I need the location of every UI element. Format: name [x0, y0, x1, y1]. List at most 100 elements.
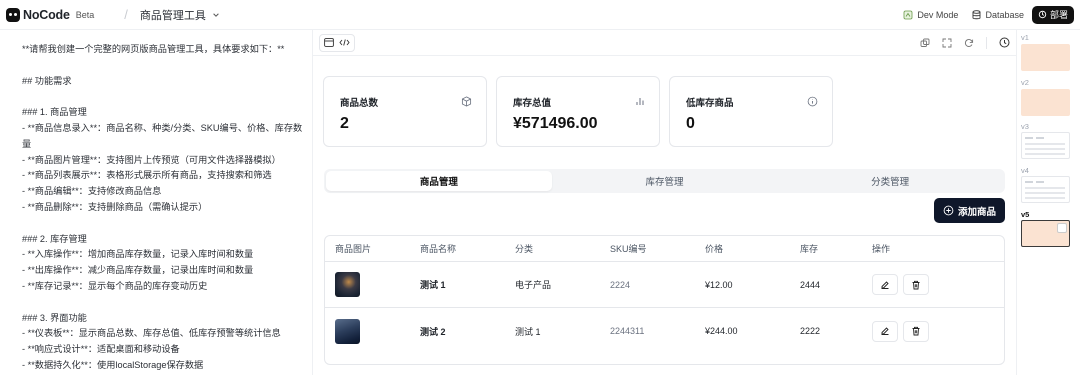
project-name: 商品管理工具 [139, 9, 206, 22]
stat-label: 低库存商品 [686, 98, 734, 109]
chat-line: ### 1. 商品管理 [22, 107, 87, 118]
chat-line: ### 3. 界面功能 [22, 312, 87, 323]
product-price: ¥244.00 [705, 326, 738, 336]
deploy-button[interactable]: 部署 [1031, 5, 1074, 24]
chat-line [22, 89, 312, 105]
chat-line: - **商品编辑**：支持修改商品信息 [22, 186, 162, 197]
column-header-actions: 操作 [872, 244, 891, 254]
dev-mode-button[interactable]: Dev Mode [903, 10, 958, 20]
product-name: 测试 2 [420, 326, 446, 337]
chat-line [22, 216, 312, 232]
info-icon [807, 96, 818, 107]
app-name: NoCode [23, 7, 70, 22]
column-header-sku: SKU编号 [610, 244, 647, 254]
product-image-cell [325, 318, 420, 344]
nocode-logo-icon [6, 7, 20, 22]
version-thumbnail-v3[interactable] [1021, 132, 1070, 159]
chat-line: - **数据持久化**：使用localStorage保存数据 [22, 359, 204, 370]
product-image-cell [325, 272, 420, 297]
add-product-button[interactable]: 添加商品 [934, 198, 1005, 223]
stat-value: 2 [340, 115, 349, 132]
tab-bar: 商品管理 库存管理 分类管理 [324, 169, 1005, 193]
delete-button[interactable] [903, 320, 929, 342]
logo[interactable]: NoCode Beta [6, 7, 94, 22]
product-thumbnail[interactable] [335, 318, 360, 344]
fullscreen-icon[interactable] [942, 38, 952, 48]
version-label: v2 [1021, 78, 1029, 87]
top-bar: NoCode Beta / 商品管理工具 Dev Mode Database 部… [0, 0, 1080, 30]
version-thumbnail-v2[interactable] [1021, 89, 1070, 116]
edit-button[interactable] [872, 274, 898, 295]
chat-line: - **库存记录**：显示每个商品的库存变动历史 [22, 280, 208, 291]
dev-mode-icon [904, 10, 913, 19]
breadcrumb-separator: / [124, 7, 128, 22]
history-icon[interactable] [999, 37, 1010, 48]
products-table: 商品图片 商品名称 分类 SKU编号 价格 库存 操作 测试 1 电子产品 22… [324, 235, 1005, 365]
toolbar-separator [986, 36, 987, 49]
version-label: v1 [1021, 33, 1029, 42]
version-label: v3 [1021, 122, 1029, 131]
row-actions [872, 274, 1002, 295]
dev-mode-label: Dev Mode [917, 9, 959, 20]
column-header-name: 商品名称 [420, 244, 457, 254]
code-mode-icon[interactable] [339, 38, 350, 47]
table-row: 测试 1 电子产品 2224 ¥12.00 2444 [325, 262, 1004, 308]
stat-value: 0 [686, 115, 695, 132]
trash-icon [912, 280, 920, 289]
version-thumbnail-v4[interactable] [1021, 176, 1070, 203]
app-preview: 商品总数 2 库存总值 ¥571496.00 低库存商品 0 商品管理 库存管理… [313, 56, 1016, 375]
stat-label: 商品总数 [340, 98, 379, 109]
chat-panel: **请帮我创建一个完整的网页版商品管理工具，具体要求如下：** ## 功能需求 … [0, 30, 312, 375]
database-button[interactable]: Database [972, 10, 1024, 20]
restore-icon[interactable] [1057, 223, 1067, 233]
add-product-label: 添加商品 [957, 206, 996, 218]
table-row: 测试 2 测试 1 2244311 ¥244.00 2222 [325, 308, 1004, 354]
box-icon [461, 96, 472, 107]
product-sku: 2224 [610, 279, 631, 290]
product-category: 测试 1 [515, 326, 541, 337]
column-header-image: 商品图片 [335, 244, 372, 254]
deploy-icon [1038, 10, 1047, 19]
plus-circle-icon [943, 205, 954, 216]
version-thumbnail-v1[interactable] [1021, 44, 1070, 71]
stat-label: 库存总值 [513, 98, 552, 109]
chat-line: - **商品删除**：支持删除商品（需确认提示） [22, 201, 208, 212]
stat-card-low-stock: 低库存商品 0 [669, 76, 833, 147]
product-price: ¥12.00 [705, 279, 733, 290]
version-thumbnail-v5[interactable] [1021, 220, 1070, 247]
bar-chart-icon [636, 98, 644, 105]
database-icon [973, 9, 981, 19]
chat-line: 量 [22, 138, 32, 149]
chat-line: - **仪表板**：显示商品总数、库存总值、低库存预警等统计信息 [22, 328, 281, 339]
product-stock: 2222 [800, 326, 821, 336]
product-name: 测试 1 [420, 280, 446, 290]
edit-button[interactable] [872, 320, 898, 342]
chat-line: ## 功能需求 [22, 75, 72, 86]
copy-icon[interactable] [920, 38, 930, 48]
product-category: 电子产品 [515, 280, 552, 290]
product-stock: 2444 [800, 279, 821, 290]
chat-line: - **商品图片管理**：支持图片上传预览（可用文件选择器模拟） [22, 154, 281, 165]
version-label: v4 [1021, 166, 1029, 175]
chat-line: - **响应式设计**：适配桌面和移动设备 [22, 344, 180, 355]
project-selector[interactable]: 商品管理工具 [140, 7, 220, 23]
chevron-down-icon [213, 12, 219, 17]
preview-mode-icon[interactable] [324, 38, 334, 47]
view-toggle [319, 33, 355, 52]
refresh-icon[interactable] [964, 38, 974, 48]
delete-button[interactable] [903, 274, 929, 295]
preview-toolbar [313, 30, 1016, 56]
product-sku: 2244311 [610, 326, 645, 336]
tab-categories[interactable]: 分类管理 [777, 171, 1003, 191]
product-thumbnail[interactable] [335, 272, 360, 297]
chat-line: - **商品信息录入**：商品名称、种类/分类、SKU编号、价格、库存数 [22, 122, 303, 133]
trash-icon [912, 326, 920, 336]
tab-products[interactable]: 商品管理 [326, 171, 552, 191]
tab-inventory[interactable]: 库存管理 [552, 171, 778, 191]
column-header-stock: 库存 [800, 244, 819, 254]
chat-line: ### 2. 库存管理 [22, 233, 87, 244]
chat-line: - **出库操作**：减少商品库存数量，记录出库时间和数量 [22, 265, 254, 276]
table-header: 商品图片 商品名称 分类 SKU编号 价格 库存 操作 [325, 236, 1004, 262]
stat-card-total-products: 商品总数 2 [323, 76, 487, 147]
column-header-price: 价格 [705, 244, 724, 254]
